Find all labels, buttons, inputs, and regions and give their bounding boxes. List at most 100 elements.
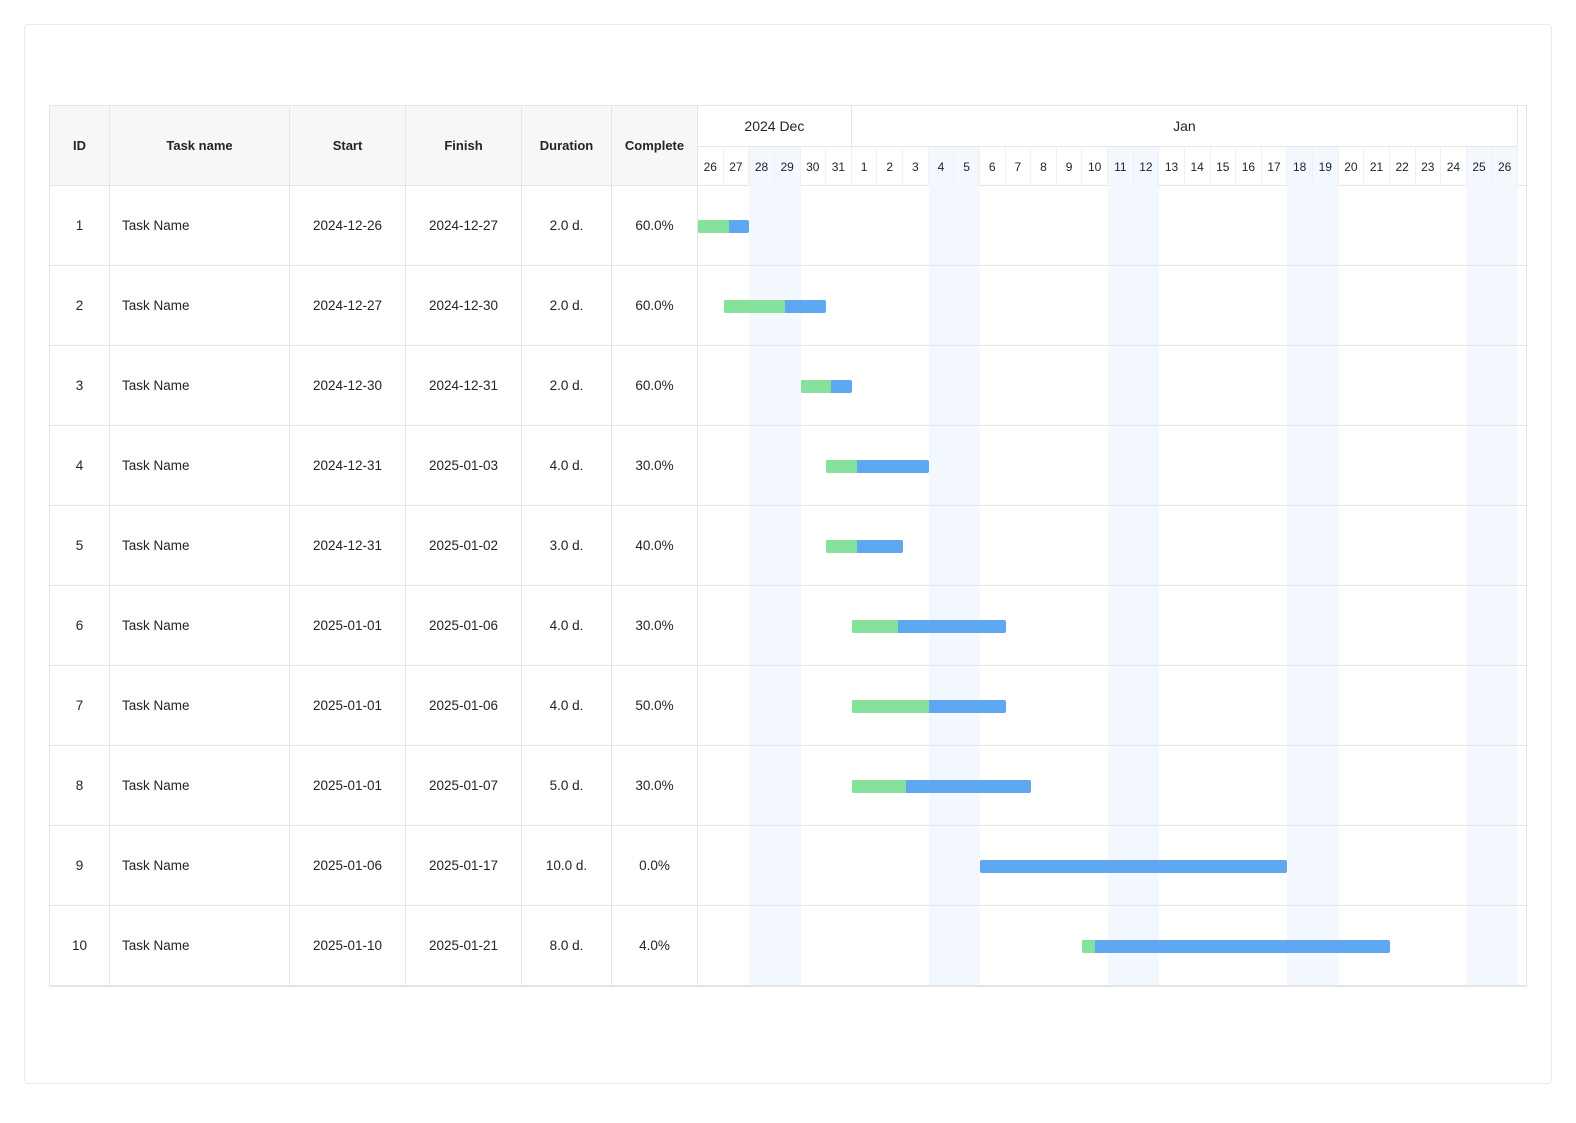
cell-name[interactable]: Task Name bbox=[110, 186, 290, 266]
cell-duration[interactable]: 4.0 d. bbox=[522, 426, 612, 506]
cell-finish[interactable]: 2024-12-30 bbox=[406, 266, 522, 346]
cell-id[interactable]: 2 bbox=[50, 266, 110, 346]
gantt-day-bg bbox=[749, 906, 775, 985]
cell-id[interactable]: 7 bbox=[50, 666, 110, 746]
col-header-name[interactable]: Task name bbox=[110, 106, 290, 186]
cell-duration[interactable]: 2.0 d. bbox=[522, 186, 612, 266]
table-row[interactable]: 5Task Name2024-12-312025-01-023.0 d.40.0… bbox=[50, 506, 697, 586]
cell-id[interactable]: 8 bbox=[50, 746, 110, 826]
gantt-day-bg bbox=[1416, 906, 1442, 985]
cell-finish[interactable]: 2025-01-03 bbox=[406, 426, 522, 506]
cell-complete[interactable]: 60.0% bbox=[612, 186, 698, 266]
cell-name[interactable]: Task Name bbox=[110, 506, 290, 586]
cell-name[interactable]: Task Name bbox=[110, 346, 290, 426]
gantt-task-bar[interactable] bbox=[1082, 940, 1390, 953]
cell-name[interactable]: Task Name bbox=[110, 426, 290, 506]
gantt-task-bar[interactable] bbox=[852, 780, 1031, 793]
cell-complete[interactable]: 40.0% bbox=[612, 506, 698, 586]
gantt-task-bar[interactable] bbox=[698, 220, 749, 233]
cell-duration[interactable]: 4.0 d. bbox=[522, 666, 612, 746]
gantt-task-bar[interactable] bbox=[826, 460, 929, 473]
cell-complete[interactable]: 30.0% bbox=[612, 426, 698, 506]
gantt-task-bar[interactable] bbox=[980, 860, 1288, 873]
cell-start[interactable]: 2024-12-31 bbox=[290, 506, 406, 586]
timeline-month-label: 2024 Dec bbox=[744, 118, 804, 134]
col-header-complete[interactable]: Complete bbox=[612, 106, 698, 186]
cell-finish[interactable]: 2025-01-06 bbox=[406, 586, 522, 666]
col-header-start[interactable]: Start bbox=[290, 106, 406, 186]
gantt-task-bar[interactable] bbox=[801, 380, 852, 393]
cell-complete[interactable]: 60.0% bbox=[612, 266, 698, 346]
cell-duration[interactable]: 5.0 d. bbox=[522, 746, 612, 826]
gantt-day-bg bbox=[903, 346, 929, 425]
gantt-task-bar[interactable] bbox=[852, 700, 1006, 713]
cell-complete[interactable]: 60.0% bbox=[612, 346, 698, 426]
gantt-day-bg bbox=[1390, 746, 1416, 825]
cell-name[interactable]: Task Name bbox=[110, 266, 290, 346]
cell-start[interactable]: 2024-12-31 bbox=[290, 426, 406, 506]
cell-name[interactable]: Task Name bbox=[110, 746, 290, 826]
cell-id[interactable]: 10 bbox=[50, 906, 110, 986]
cell-id[interactable]: 1 bbox=[50, 186, 110, 266]
cell-id[interactable]: 5 bbox=[50, 506, 110, 586]
gantt-day-bg bbox=[1006, 426, 1032, 505]
cell-start[interactable]: 2025-01-01 bbox=[290, 746, 406, 826]
table-row[interactable]: 8Task Name2025-01-012025-01-075.0 d.30.0… bbox=[50, 746, 697, 826]
gantt-row bbox=[698, 186, 1526, 266]
cell-start[interactable]: 2025-01-01 bbox=[290, 666, 406, 746]
gantt-task-bar[interactable] bbox=[724, 300, 827, 313]
cell-complete[interactable]: 4.0% bbox=[612, 906, 698, 986]
table-row[interactable]: 2Task Name2024-12-272024-12-302.0 d.60.0… bbox=[50, 266, 697, 346]
cell-complete[interactable]: 30.0% bbox=[612, 746, 698, 826]
cell-start[interactable]: 2024-12-26 bbox=[290, 186, 406, 266]
cell-finish[interactable]: 2025-01-21 bbox=[406, 906, 522, 986]
cell-name[interactable]: Task Name bbox=[110, 666, 290, 746]
col-header-duration[interactable]: Duration bbox=[522, 106, 612, 186]
gantt-task-bar[interactable] bbox=[826, 540, 903, 553]
col-header-finish[interactable]: Finish bbox=[406, 106, 522, 186]
cell-name[interactable]: Task Name bbox=[110, 586, 290, 666]
timeline-day: 1 bbox=[852, 146, 878, 186]
cell-name[interactable]: Task Name bbox=[110, 826, 290, 906]
cell-start[interactable]: 2025-01-06 bbox=[290, 826, 406, 906]
table-row[interactable]: 6Task Name2025-01-012025-01-064.0 d.30.0… bbox=[50, 586, 697, 666]
cell-finish[interactable]: 2025-01-07 bbox=[406, 746, 522, 826]
cell-duration[interactable]: 8.0 d. bbox=[522, 906, 612, 986]
cell-start[interactable]: 2024-12-27 bbox=[290, 266, 406, 346]
cell-finish[interactable]: 2025-01-17 bbox=[406, 826, 522, 906]
cell-finish[interactable]: 2024-12-27 bbox=[406, 186, 522, 266]
cell-id[interactable]: 9 bbox=[50, 826, 110, 906]
cell-duration[interactable]: 2.0 d. bbox=[522, 346, 612, 426]
cell-duration[interactable]: 4.0 d. bbox=[522, 586, 612, 666]
cell-finish[interactable]: 2025-01-06 bbox=[406, 666, 522, 746]
col-header-id[interactable]: ID bbox=[50, 106, 110, 186]
cell-id[interactable]: 3 bbox=[50, 346, 110, 426]
timeline-day: 19 bbox=[1313, 146, 1339, 186]
table-row[interactable]: 10Task Name2025-01-102025-01-218.0 d.4.0… bbox=[50, 906, 697, 986]
table-row[interactable]: 7Task Name2025-01-012025-01-064.0 d.50.0… bbox=[50, 666, 697, 746]
cell-name[interactable]: Task Name bbox=[110, 906, 290, 986]
table-row[interactable]: 4Task Name2024-12-312025-01-034.0 d.30.0… bbox=[50, 426, 697, 506]
cell-finish[interactable]: 2025-01-02 bbox=[406, 506, 522, 586]
gantt-day-bg bbox=[954, 266, 980, 345]
cell-start[interactable]: 2025-01-01 bbox=[290, 586, 406, 666]
cell-start[interactable]: 2025-01-10 bbox=[290, 906, 406, 986]
cell-start[interactable]: 2024-12-30 bbox=[290, 346, 406, 426]
gantt-day-bg bbox=[852, 346, 878, 425]
cell-duration[interactable]: 3.0 d. bbox=[522, 506, 612, 586]
gantt-day-bg bbox=[1313, 666, 1339, 745]
timeline-day: 27 bbox=[724, 146, 750, 186]
table-row[interactable]: 9Task Name2025-01-062025-01-1710.0 d.0.0… bbox=[50, 826, 697, 906]
gantt-day-bg bbox=[1492, 906, 1518, 985]
cell-id[interactable]: 6 bbox=[50, 586, 110, 666]
cell-complete[interactable]: 30.0% bbox=[612, 586, 698, 666]
gantt-task-bar[interactable] bbox=[852, 620, 1006, 633]
cell-id[interactable]: 4 bbox=[50, 426, 110, 506]
cell-duration[interactable]: 2.0 d. bbox=[522, 266, 612, 346]
cell-complete[interactable]: 50.0% bbox=[612, 666, 698, 746]
cell-duration[interactable]: 10.0 d. bbox=[522, 826, 612, 906]
cell-complete[interactable]: 0.0% bbox=[612, 826, 698, 906]
table-row[interactable]: 1Task Name2024-12-262024-12-272.0 d.60.0… bbox=[50, 186, 697, 266]
cell-finish[interactable]: 2024-12-31 bbox=[406, 346, 522, 426]
table-row[interactable]: 3Task Name2024-12-302024-12-312.0 d.60.0… bbox=[50, 346, 697, 426]
